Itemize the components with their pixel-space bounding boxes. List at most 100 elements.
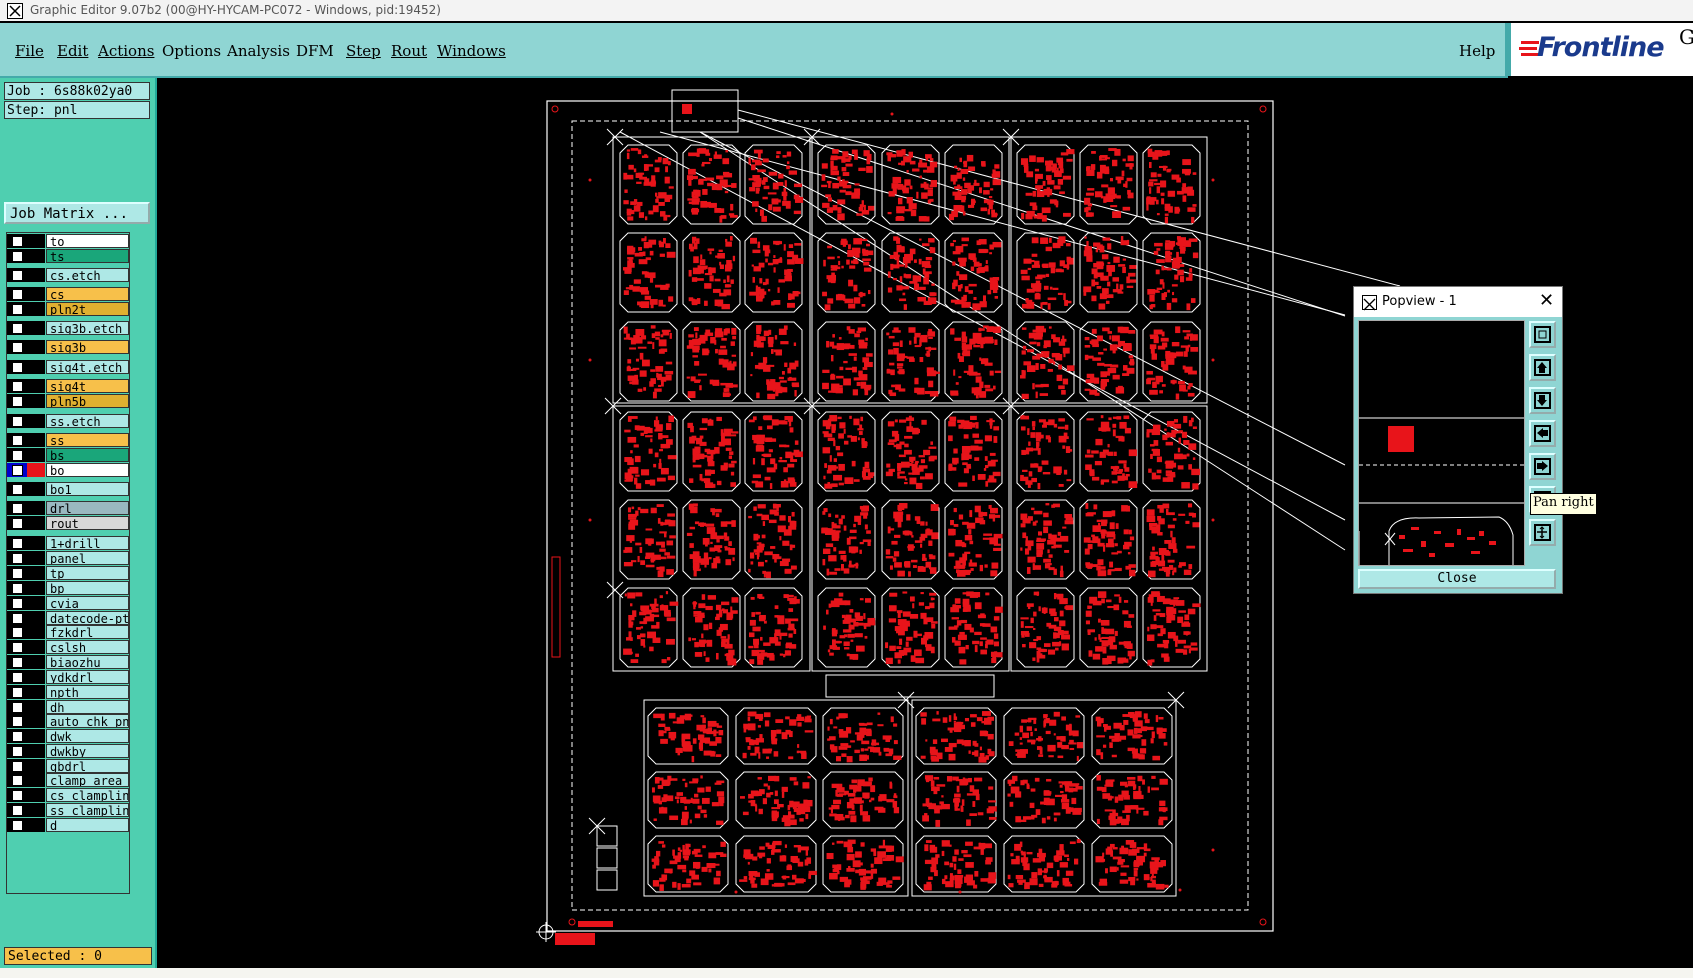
layer-checkbox-area[interactable] bbox=[7, 379, 27, 393]
layer-checkbox[interactable] bbox=[12, 416, 23, 427]
layer-name[interactable]: pln5b bbox=[46, 394, 129, 408]
layer-color-swatch[interactable] bbox=[27, 759, 45, 773]
layer-row-fzkdrl[interactable]: fzkdrl bbox=[7, 625, 129, 639]
layer-row-cs-etch[interactable]: cs.etch bbox=[7, 268, 129, 282]
layer-checkbox-area[interactable] bbox=[7, 463, 27, 477]
layer-row-sig4t[interactable]: sig4t bbox=[7, 379, 129, 393]
layer-color-swatch[interactable] bbox=[27, 729, 45, 743]
layer-checkbox-area[interactable] bbox=[7, 482, 27, 496]
layer-checkbox-area[interactable] bbox=[7, 360, 27, 374]
menu-file[interactable]: File bbox=[15, 42, 44, 60]
layer-checkbox[interactable] bbox=[12, 672, 23, 683]
pan-up-icon[interactable] bbox=[1529, 354, 1556, 381]
layer-color-swatch[interactable] bbox=[27, 581, 45, 595]
layer-checkbox[interactable] bbox=[12, 435, 23, 446]
layer-color-swatch[interactable] bbox=[27, 433, 45, 447]
layer-checkbox-area[interactable] bbox=[7, 394, 27, 408]
layer-checkbox-area[interactable] bbox=[7, 302, 27, 316]
layer-color-swatch[interactable] bbox=[27, 249, 45, 263]
layer-checkbox-area[interactable] bbox=[7, 340, 27, 354]
layer-row-to[interactable]: to bbox=[7, 234, 129, 248]
menu-edit[interactable]: Edit bbox=[57, 42, 88, 60]
layer-checkbox-area[interactable] bbox=[7, 536, 27, 550]
layer-name[interactable]: cs bbox=[46, 287, 129, 301]
layer-name[interactable]: sig4t bbox=[46, 379, 129, 393]
layer-color-swatch[interactable] bbox=[27, 536, 45, 550]
layer-row-bp[interactable]: bp bbox=[7, 581, 129, 595]
layer-name[interactable]: panel bbox=[46, 551, 129, 565]
layer-row-panel[interactable]: panel bbox=[7, 551, 129, 565]
layer-row-ydkdrl[interactable]: ydkdrl bbox=[7, 670, 129, 684]
layer-color-swatch[interactable] bbox=[27, 482, 45, 496]
menu-analysis[interactable]: Analysis bbox=[227, 42, 290, 60]
layer-checkbox-area[interactable] bbox=[7, 744, 27, 758]
layer-color-swatch[interactable] bbox=[27, 744, 45, 758]
layer-color-swatch[interactable] bbox=[27, 566, 45, 580]
layer-name[interactable]: cs_clampline bbox=[46, 788, 129, 802]
layer-name[interactable]: ts bbox=[46, 249, 129, 263]
layer-name[interactable]: dh bbox=[46, 700, 129, 714]
layer-name[interactable]: d bbox=[46, 818, 129, 832]
layer-color-swatch[interactable] bbox=[27, 414, 45, 428]
layer-checkbox[interactable] bbox=[12, 598, 23, 609]
layer-name[interactable]: bo bbox=[46, 463, 129, 477]
menu-windows[interactable]: Windows bbox=[437, 42, 506, 60]
layer-row-cs[interactable]: cs bbox=[7, 287, 129, 301]
pan-down-icon[interactable] bbox=[1529, 387, 1556, 414]
layer-checkbox[interactable] bbox=[12, 236, 23, 247]
layer-name[interactable]: clamp_area bbox=[46, 773, 129, 787]
layer-row-dwkby[interactable]: dwkby bbox=[7, 744, 129, 758]
layer-checkbox-area[interactable] bbox=[7, 566, 27, 580]
layer-checkbox-area[interactable] bbox=[7, 581, 27, 595]
layer-color-swatch[interactable] bbox=[27, 773, 45, 787]
layer-color-swatch[interactable] bbox=[27, 625, 45, 639]
layer-name[interactable]: 1+drill bbox=[46, 536, 129, 550]
layer-row-cslsh[interactable]: cslsh bbox=[7, 640, 129, 654]
layer-checkbox[interactable] bbox=[12, 553, 23, 564]
layer-checkbox[interactable] bbox=[12, 746, 23, 757]
layer-row-1-drill[interactable]: 1+drill bbox=[7, 536, 129, 550]
layer-row-bo1[interactable]: bo1 bbox=[7, 482, 129, 496]
layer-checkbox[interactable] bbox=[12, 775, 23, 786]
popview-dialog[interactable]: Popview - 1 ✕ Close bbox=[1353, 286, 1563, 594]
layer-checkbox[interactable] bbox=[12, 538, 23, 549]
layer-checkbox-area[interactable] bbox=[7, 234, 27, 248]
layer-checkbox[interactable] bbox=[12, 568, 23, 579]
layer-checkbox[interactable] bbox=[12, 761, 23, 772]
layer-row-tp[interactable]: tp bbox=[7, 566, 129, 580]
layer-name[interactable]: datecode-pte bbox=[46, 611, 129, 625]
layer-checkbox-area[interactable] bbox=[7, 818, 27, 832]
layer-checkbox[interactable] bbox=[12, 657, 23, 668]
layer-checkbox[interactable] bbox=[12, 362, 23, 373]
layer-color-swatch[interactable] bbox=[27, 340, 45, 354]
layer-name[interactable]: bp bbox=[46, 581, 129, 595]
layer-color-swatch[interactable] bbox=[27, 321, 45, 335]
layer-checkbox[interactable] bbox=[12, 304, 23, 315]
layer-row-ss[interactable]: ss bbox=[7, 433, 129, 447]
layer-checkbox[interactable] bbox=[12, 702, 23, 713]
layer-checkbox[interactable] bbox=[12, 270, 23, 281]
zoom-out-icon[interactable] bbox=[1529, 519, 1556, 546]
layer-color-swatch[interactable] bbox=[27, 394, 45, 408]
layer-row-npth[interactable]: npth bbox=[7, 685, 129, 699]
layer-color-swatch[interactable] bbox=[27, 818, 45, 832]
layer-name[interactable]: drl bbox=[46, 501, 129, 515]
layer-name[interactable]: to bbox=[46, 234, 129, 248]
layer-row-bs[interactable]: bs bbox=[7, 448, 129, 462]
layer-checkbox-area[interactable] bbox=[7, 714, 27, 728]
layer-row-dh[interactable]: dh bbox=[7, 700, 129, 714]
layer-color-swatch[interactable] bbox=[27, 501, 45, 515]
layer-color-swatch[interactable] bbox=[27, 379, 45, 393]
layer-checkbox-area[interactable] bbox=[7, 596, 27, 610]
layer-color-swatch[interactable] bbox=[27, 670, 45, 684]
layer-color-swatch[interactable] bbox=[27, 655, 45, 669]
layer-row-rout[interactable]: rout bbox=[7, 516, 129, 530]
layer-name[interactable]: sig4t.etch bbox=[46, 360, 129, 374]
layer-name[interactable]: auto_chk_pnl bbox=[46, 714, 129, 728]
job-matrix-button[interactable]: Job Matrix ... bbox=[4, 202, 150, 224]
layer-checkbox-area[interactable] bbox=[7, 685, 27, 699]
layer-name[interactable]: dwk bbox=[46, 729, 129, 743]
layer-row-drl[interactable]: drl bbox=[7, 501, 129, 515]
layer-name[interactable]: gbdrl bbox=[46, 759, 129, 773]
layer-checkbox-area[interactable] bbox=[7, 321, 27, 335]
